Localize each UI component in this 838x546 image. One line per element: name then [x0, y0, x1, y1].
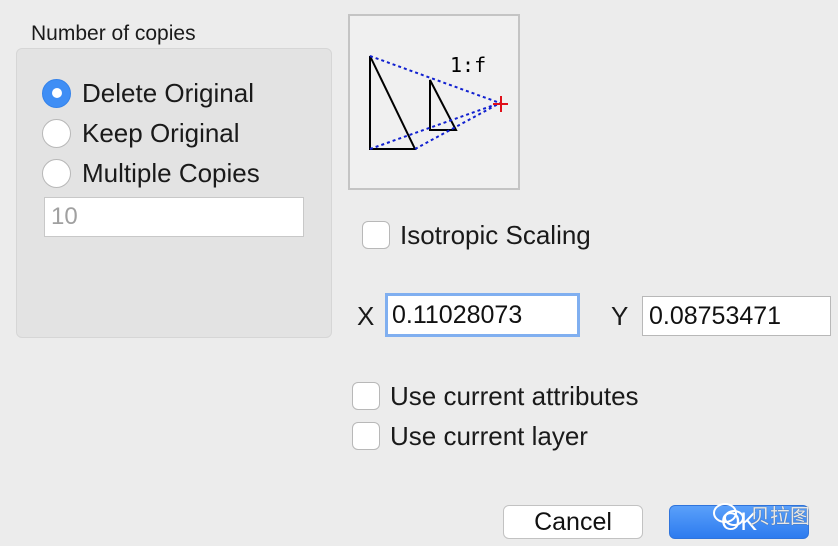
isotropic-scaling-label: Isotropic Scaling: [400, 220, 591, 250]
radio-multiple-copies[interactable]: Multiple Copies: [42, 156, 260, 190]
use-current-attributes-option[interactable]: Use current attributes: [352, 379, 639, 413]
use-current-layer-option[interactable]: Use current layer: [352, 419, 588, 453]
use-current-layer-label: Use current layer: [390, 421, 588, 451]
scale-preview: 1:f: [348, 14, 520, 190]
use-current-layer-checkbox[interactable]: [352, 422, 380, 450]
wechat-icon: [713, 502, 744, 526]
radio-button[interactable]: [42, 158, 71, 188]
copies-count-input[interactable]: [44, 197, 304, 237]
watermark-text: 贝拉图: [750, 504, 810, 528]
radio-button[interactable]: [42, 118, 71, 148]
y-label: Y: [611, 301, 629, 331]
preview-ratio-label: 1:f: [450, 53, 486, 77]
cancel-button[interactable]: Cancel: [503, 505, 643, 539]
x-label: X: [357, 301, 375, 331]
radio-delete-original[interactable]: Delete Original: [42, 76, 254, 110]
use-current-attributes-checkbox[interactable]: [352, 382, 380, 410]
copies-group-title: Number of copies: [31, 22, 196, 45]
radio-label: Multiple Copies: [82, 158, 260, 188]
scale-preview-icon: 1:f: [369, 53, 508, 150]
radio-button[interactable]: [42, 78, 71, 108]
radio-keep-original[interactable]: Keep Original: [42, 116, 240, 150]
radio-label: Delete Original: [82, 78, 254, 108]
y-scale-input[interactable]: [642, 296, 831, 336]
isotropic-scaling-checkbox[interactable]: [362, 221, 390, 249]
radio-label: Keep Original: [82, 118, 240, 148]
x-scale-input[interactable]: [385, 293, 580, 337]
isotropic-scaling-option[interactable]: Isotropic Scaling: [362, 218, 591, 252]
watermark: 贝拉图: [712, 500, 810, 529]
use-current-attributes-label: Use current attributes: [390, 381, 639, 411]
